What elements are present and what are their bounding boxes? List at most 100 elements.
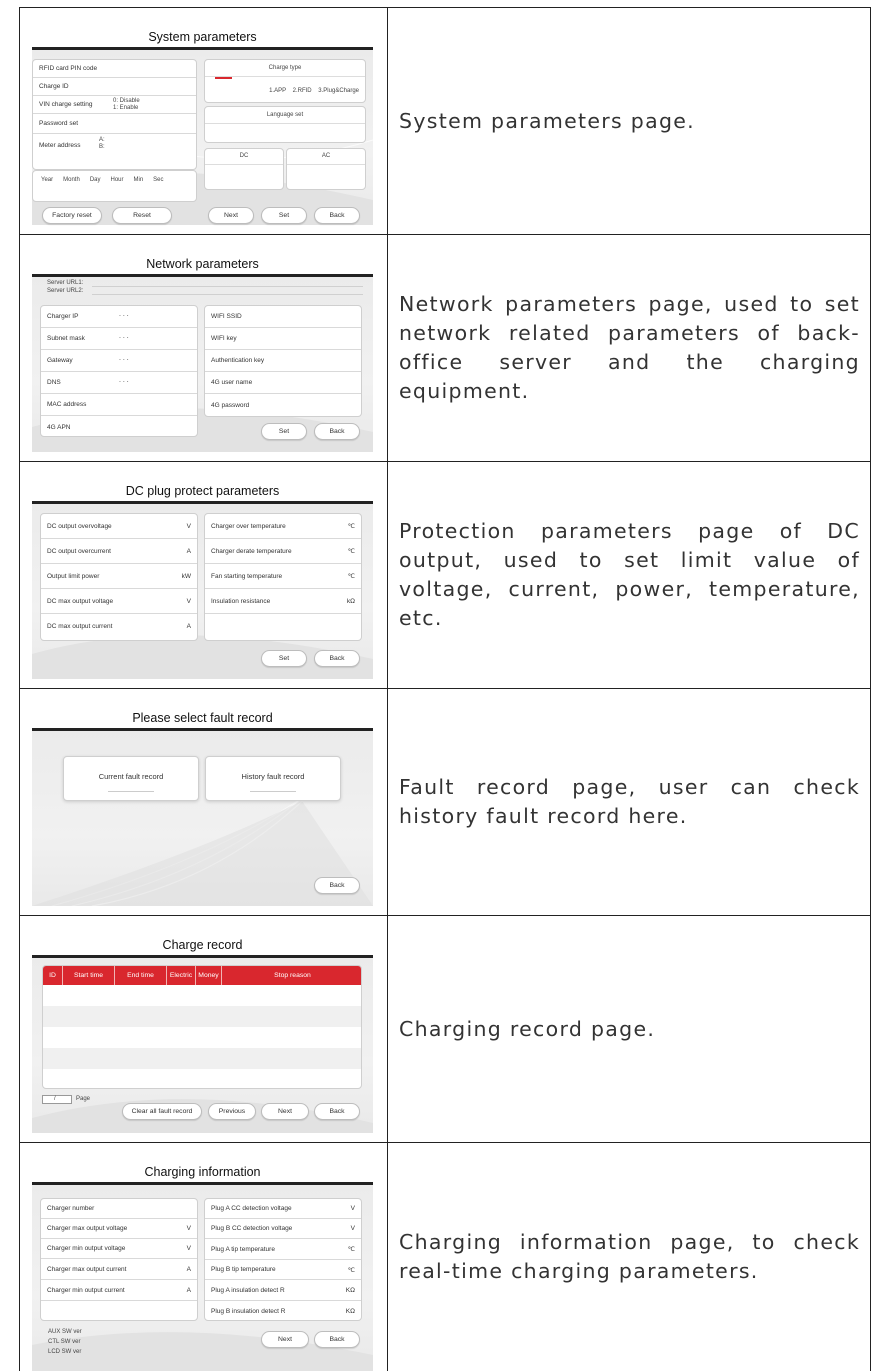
dc-overvoltage-field[interactable]: DC output overvoltage V [41,514,197,539]
current-fault-record-button[interactable]: Current fault record [63,756,199,801]
dc-max-voltage-field[interactable]: DC max output voltage V [41,589,197,614]
table-row: Network parameters Server URL1: Server U… [20,235,871,462]
set-button[interactable]: Set [261,423,307,440]
gateway-field[interactable]: Gateway. . . [41,350,197,372]
row-description: Fault record page, user can check histor… [399,775,860,828]
table-row: Please select fault record Current fault… [20,689,871,916]
set-button[interactable]: Set [261,207,307,224]
screenshot-cell: Please select fault record Current fault… [20,689,388,915]
back-button[interactable]: Back [314,1331,360,1348]
4g-password-field[interactable]: 4G password [205,394,361,416]
dns-field[interactable]: DNS. . . [41,372,197,394]
insulation-resistance-field[interactable]: Insulation resistance kΩ [205,589,361,614]
over-temperature-field[interactable]: Charger over temperature ℃ [205,514,361,539]
meter-address-field[interactable]: Meter address A: B: [33,134,196,156]
language-panel[interactable]: Language set [204,106,366,143]
dc-max-current-field[interactable]: DC max output current A [41,614,197,639]
screenshot-cell: Charging information Charger number Char… [20,1143,388,1371]
back-button[interactable]: Back [314,423,360,440]
4g-username-field[interactable]: 4G user name [205,372,361,394]
table-row[interactable] [43,1048,361,1069]
next-button[interactable]: Next [261,1103,309,1120]
plug-info-panel: Plug A CC detection voltage V Plug B CC d… [204,1198,362,1321]
back-button[interactable]: Back [314,207,360,224]
column-header: Stop reason [274,972,311,979]
table-row: Charge record ID Start time End time Ele… [20,916,871,1143]
table-row: System parameters RFID card PIN code Cha… [20,8,871,235]
rfid-pin-field[interactable]: RFID card PIN code [33,60,196,78]
charge-id-field[interactable]: Charge ID [33,78,196,96]
min-voltage-field: Charger min output voltage V [41,1239,197,1259]
equipment-network-panel: Charger IP. . . Subnet mask. . . Gateway… [40,305,198,437]
charge-record-table: ID Start time End time Electric Money St… [42,965,362,1089]
password-field[interactable]: Password set [33,114,196,134]
plug-a-insulation-field: Plug A insulation detect R KΩ [205,1280,361,1301]
row-description: Charging information page, to check real… [399,1230,860,1283]
plug-a-cc-field: Plug A CC detection voltage V [205,1199,361,1219]
dc-panel[interactable]: DC [204,148,284,190]
network-parameters-screen: Network parameters Server URL1: Server U… [32,247,373,452]
dc-protect-screen: DC plug protect parameters DC output ove… [32,474,373,679]
feature-table: System parameters RFID card PIN code Cha… [19,7,871,1371]
settings-panel: RFID card PIN code Charge ID VIN charge … [32,59,197,170]
system-parameters-screen: System parameters RFID card PIN code Cha… [32,20,373,225]
screenshot-cell: Charge record ID Start time End time Ele… [20,916,388,1142]
wifi-ssid-field[interactable]: WIFI SSID [205,306,361,328]
fault-record-screen: Please select fault record Current fault… [32,701,373,906]
charge-record-screen: Charge record ID Start time End time Ele… [32,928,373,1133]
history-fault-record-button[interactable]: History fault record [205,756,341,801]
plug-a-tip-temp-field: Plug A tip temperature ℃ [205,1239,361,1260]
back-button[interactable]: Back [314,650,360,667]
table-row: DC plug protect parameters DC output ove… [20,462,871,689]
page-title: Network parameters [146,257,259,271]
row-description: Charging record page. [399,1016,656,1041]
back-button[interactable]: Back [314,1103,360,1120]
apn-field[interactable]: 4G APN [41,416,197,438]
reset-button[interactable]: Reset [112,207,172,224]
dc-overcurrent-field[interactable]: DC output overcurrent A [41,539,197,564]
fan-temperature-field[interactable]: Fan starting temperature ℃ [205,564,361,589]
page-title: Charge record [162,938,243,952]
page-title: Charging information [144,1165,261,1179]
page-input[interactable]: / [42,1095,72,1104]
output-limit-power-field[interactable]: Output limit power kW [41,564,197,589]
wireless-panel: WIFI SSID WIFI key Authentication key 4G… [204,305,362,417]
subnet-mask-field[interactable]: Subnet mask. . . [41,328,197,350]
column-header: Money [196,966,222,985]
column-header: End time [115,966,167,985]
table-row: Charging information Charger number Char… [20,1143,871,1371]
plug-b-cc-field: Plug B CC detection voltage V [205,1219,361,1239]
set-button[interactable]: Set [261,650,307,667]
clear-all-fault-record-button[interactable]: Clear all fault record [122,1103,202,1120]
dc-output-panel: DC output overvoltage V DC output overcur… [40,513,198,641]
server-url2-label[interactable]: Server URL2: [47,288,83,295]
max-voltage-field: Charger max output voltage V [41,1219,197,1239]
charger-number-field: Charger number [41,1199,197,1219]
factory-reset-button[interactable]: Factory reset [42,207,102,224]
charger-ip-field[interactable]: Charger IP. . . [41,306,197,328]
row-description: Network parameters page, used to set net… [399,292,860,403]
page-title: System parameters [148,30,257,44]
vin-setting-field[interactable]: VIN charge setting 0: Disable 1: Enable [33,96,196,114]
previous-button[interactable]: Previous [208,1103,256,1120]
server-url1-label[interactable]: Server URL1: [47,280,83,287]
page-title: Please select fault record [132,711,273,725]
ac-panel[interactable]: AC [286,148,366,190]
screenshot-cell: Network parameters Server URL1: Server U… [20,235,388,461]
selected-indicator [215,77,232,79]
date-time-panel[interactable]: Year Month Day Hour Min Sec [32,170,197,202]
mac-address-field[interactable]: MAC address [41,394,197,416]
min-current-field: Charger min output current A [41,1280,197,1301]
plug-b-insulation-field: Plug B insulation detect R KΩ [211,1307,355,1315]
charge-type-options[interactable]: 1.APP 2.RFID 3.Plug&Charge [269,88,359,95]
page-label: Page [76,1096,91,1102]
auth-key-field[interactable]: Authentication key [205,350,361,372]
screenshot-cell: System parameters RFID card PIN code Cha… [20,8,388,234]
derate-temperature-field[interactable]: Charger derate temperature ℃ [205,539,361,564]
back-button[interactable]: Back [314,877,360,894]
next-button[interactable]: Next [261,1331,309,1348]
table-row[interactable] [43,1006,361,1027]
charge-type-label: Charge type [268,65,302,71]
next-button[interactable]: Next [208,207,254,224]
wifi-key-field[interactable]: WIFI key [205,328,361,350]
